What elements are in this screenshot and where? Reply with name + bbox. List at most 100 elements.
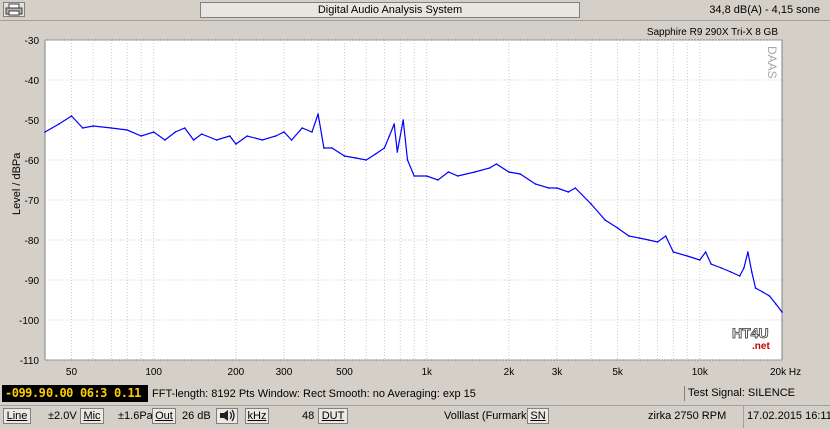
lcd-time: 06:3	[80, 386, 107, 400]
mic-button[interactable]: Mic	[80, 408, 104, 424]
spectrum-data-point	[425, 175, 428, 177]
spectrum-data-point	[628, 235, 630, 237]
y-axis-label: Level / dBPa	[11, 152, 23, 215]
x-tick-label: 1k	[421, 367, 433, 378]
spectrum-data-point	[82, 127, 84, 129]
fft-info: FFT-length: 8192 Pts Window: Rect Smooth…	[152, 388, 476, 400]
line-button[interactable]: Line	[3, 408, 31, 424]
spectrum-data-point	[290, 139, 293, 141]
y-tick-label: -40	[25, 76, 40, 87]
spectrum-data-point	[184, 127, 186, 129]
spectrum-data-point	[699, 259, 701, 261]
printer-icon	[5, 3, 23, 16]
khz-button[interactable]: kHz	[245, 408, 269, 424]
x-tick-label: 500	[336, 367, 353, 378]
spectrum-data-point	[311, 131, 313, 133]
spectrum-data-point	[738, 275, 741, 277]
spectrum-data-point	[761, 291, 764, 293]
spectrum-data-point	[664, 235, 667, 237]
level-readout: 34,8 dB(A) - 4,15 sone	[709, 4, 820, 16]
spectrum-data-point	[58, 123, 60, 125]
y-tick-label: -80	[25, 236, 40, 247]
spectrum-data-point	[574, 187, 577, 189]
spectrum-data-point	[754, 287, 757, 289]
rpm-readout: zirka 2750 RPM	[648, 410, 727, 422]
spectrum-data-point	[92, 125, 94, 127]
spectrum-data-point	[775, 303, 777, 305]
spectrum-data-point	[548, 187, 550, 189]
y-tick-label: -100	[19, 316, 39, 327]
print-button[interactable]	[3, 2, 25, 17]
spectrum-data-point	[126, 129, 128, 131]
spectrum-data-point	[110, 127, 113, 129]
lcd-level: -099.9	[5, 386, 46, 400]
speaker-wave-icon	[220, 409, 235, 422]
spectrum-data-point	[261, 139, 264, 141]
spectrum-data-point	[365, 159, 368, 161]
y-tick-label: -90	[25, 276, 40, 287]
date-time: 17.02.2015 16:11:08	[747, 410, 830, 422]
spectrum-data-point	[556, 187, 558, 189]
bottom-toolbar: Line ±2.0V Mic ±1.6Pa Out 26 dB kHz 48 D…	[0, 405, 830, 429]
spectrum-data-point	[672, 251, 675, 253]
sn-button[interactable]: SN	[527, 408, 549, 424]
lcd-display: -099.9 0.00 06:3 0.11	[2, 385, 148, 402]
spectrum-data-point	[495, 163, 498, 165]
spectrum-data-point	[164, 139, 166, 141]
spectrum-data-point	[406, 159, 409, 161]
x-tick-label: 100	[145, 367, 162, 378]
spectrum-data-point	[140, 135, 142, 137]
spectrum-data-point	[747, 251, 749, 253]
dut-button[interactable]: DUT	[318, 408, 348, 424]
x-tick-label: 50	[66, 367, 78, 378]
spectrum-data-point	[235, 143, 237, 145]
spectrum-data-point	[604, 219, 606, 221]
spectrum-data-point	[393, 123, 396, 125]
spectrum-chart: -30-40-50-60-70-80-90-100-11050 100 200 300…	[19, 27, 801, 378]
spectrum-data-point	[383, 147, 386, 149]
y-tick-label: -30	[25, 36, 40, 47]
spectrum-data-point	[343, 155, 346, 157]
test-signal: Test Signal: SILENCE	[684, 386, 828, 401]
line-range: ±2.0V	[48, 410, 77, 422]
sample-rate: 48	[302, 410, 315, 422]
title-bar: Digital Audio Analysis System 34,8 dB(A)…	[0, 0, 830, 21]
spectrum-data-point	[508, 171, 510, 173]
x-tick-label: 3k	[552, 367, 564, 378]
spectrum-data-point	[743, 267, 745, 269]
spectrum-data-point	[174, 131, 177, 133]
spectrum-data-point	[301, 127, 304, 129]
spectrum-data-point	[229, 135, 231, 137]
spectrum-data-point	[710, 263, 712, 265]
chart-title: Sapphire R9 290X Tri-X 8 GB	[647, 27, 779, 38]
spectrum-data-point	[720, 267, 723, 269]
load-condition: Volllast (Furmark)	[444, 410, 531, 422]
spectrum-data-point	[656, 241, 659, 243]
plot-background	[44, 39, 783, 361]
y-tick-label: -110	[20, 356, 40, 367]
spectrum-data-point	[355, 157, 357, 159]
daas-watermark: DAAS	[765, 46, 779, 79]
spectrum-data-point	[781, 311, 783, 313]
spectrum-data-point	[474, 171, 476, 173]
y-tick-label: -50	[25, 116, 40, 127]
spectrum-data-point	[534, 183, 537, 185]
out-button[interactable]: Out	[152, 408, 176, 424]
spectrum-plot-area: Level / dBPa -30 -40 -50 -60 -70 -80 -90 -100 -1…	[0, 20, 830, 382]
spectrum-data-point	[686, 255, 689, 257]
spectrum-data-point	[323, 147, 325, 149]
spectrum-data-point	[402, 119, 405, 121]
spectrum-data-point	[374, 153, 377, 155]
spectrum-data-point	[317, 113, 319, 115]
app-title: Digital Audio Analysis System	[200, 2, 580, 18]
speaker-button[interactable]	[216, 408, 238, 424]
spectrum-data-point	[590, 203, 592, 205]
toolbar-separator	[743, 406, 744, 428]
spectrum-data-point	[192, 139, 195, 141]
x-tick-label: 300	[276, 367, 293, 378]
x-tick-label: 10k	[692, 367, 709, 378]
spectrum-data-point	[215, 139, 218, 141]
lcd-level2: 0.00	[46, 386, 73, 400]
spectrum-data-point	[457, 175, 459, 177]
spectrum-data-point	[768, 295, 771, 297]
